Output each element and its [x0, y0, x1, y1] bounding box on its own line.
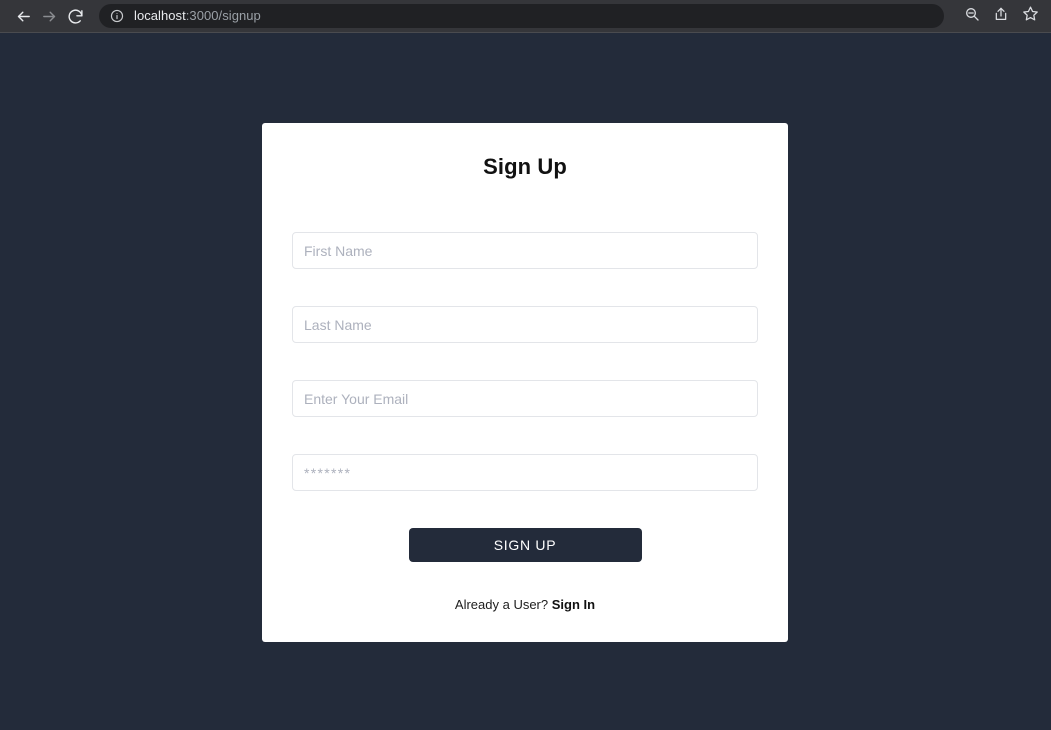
back-button[interactable] — [10, 3, 36, 29]
password-input[interactable] — [292, 454, 758, 491]
back-arrow-icon — [15, 8, 32, 25]
share-icon — [993, 6, 1009, 27]
first-name-input[interactable] — [292, 232, 758, 269]
star-bookmark-icon — [1022, 5, 1039, 27]
zoom-out-magnifier-icon — [964, 6, 980, 27]
info-circle-icon[interactable] — [109, 8, 125, 24]
page-viewport: Sign Up SIGN UP Already a User? Sign In — [0, 34, 1051, 730]
sign-up-button[interactable]: SIGN UP — [408, 528, 642, 562]
address-bar-text: localhost:3000/signup — [134, 8, 261, 24]
address-bar[interactable]: localhost:3000/signup — [99, 4, 944, 28]
sign-in-link[interactable]: Sign In — [552, 597, 595, 612]
zoom-out-button[interactable] — [959, 3, 985, 29]
page-title: Sign Up — [483, 154, 567, 179]
signup-form: SIGN UP — [292, 232, 758, 562]
forward-button[interactable] — [36, 3, 62, 29]
signin-prompt-text: Already a User? — [454, 597, 549, 612]
browser-toolbar: localhost:3000/signup — [0, 0, 1051, 33]
reload-button[interactable] — [62, 3, 88, 29]
url-host: localhost — [134, 8, 186, 23]
signin-prompt: Already a User? Sign In — [262, 597, 788, 612]
email-input[interactable] — [292, 380, 758, 417]
forward-arrow-icon — [41, 8, 58, 25]
signup-card: Sign Up SIGN UP Already a User? Sign In — [262, 123, 788, 642]
bookmark-button[interactable] — [1017, 3, 1043, 29]
share-button[interactable] — [988, 3, 1014, 29]
last-name-input[interactable] — [292, 306, 758, 343]
browser-actions — [959, 3, 1043, 29]
url-path: :3000/signup — [185, 8, 261, 23]
reload-icon — [67, 8, 84, 25]
